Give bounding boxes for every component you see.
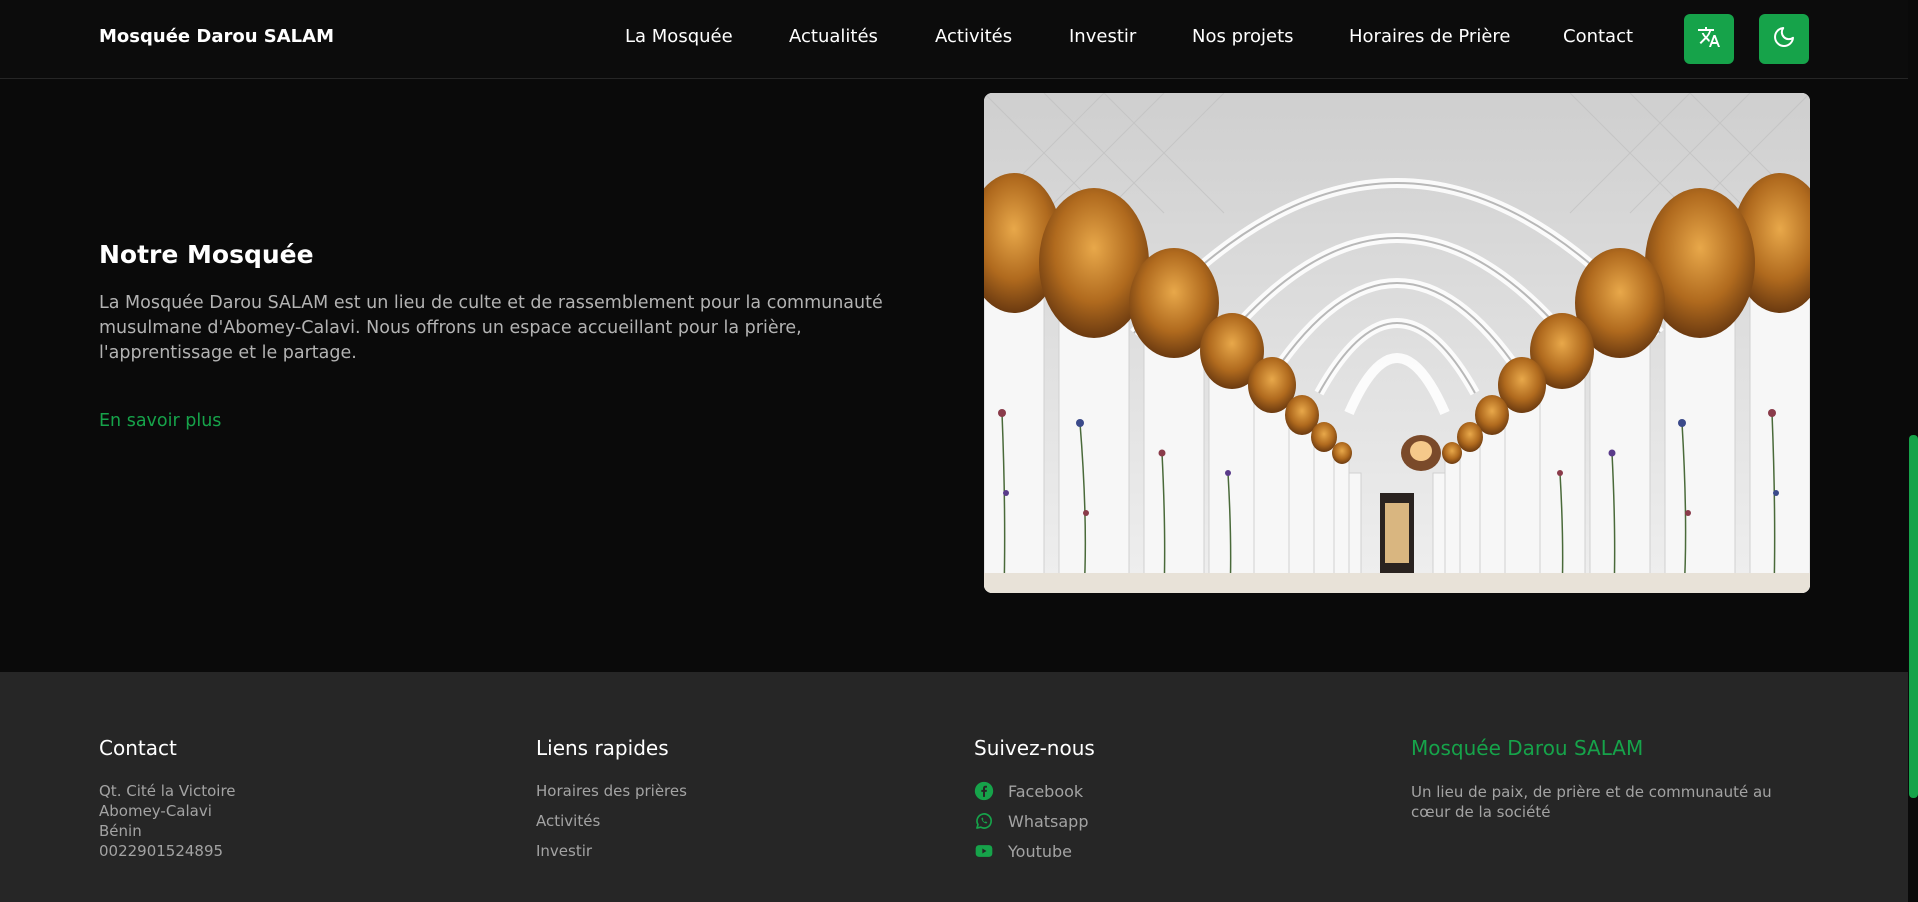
- nav-link-horaires[interactable]: Horaires de Prière: [1349, 26, 1510, 47]
- social-label-youtube: Youtube: [1008, 841, 1072, 861]
- nav-link-actualites[interactable]: Actualités: [789, 26, 878, 47]
- main-nav: La Mosquée Actualités Activités Investir…: [0, 26, 1918, 52]
- whatsapp-icon: [974, 811, 994, 831]
- site-footer: Contact Qt. Cité la Victoire Abomey-Cala…: [0, 672, 1918, 902]
- footer-contact-title: Contact: [99, 736, 177, 760]
- page-scrollbar-thumb[interactable]: [1909, 435, 1918, 798]
- theme-toggle-button[interactable]: [1759, 14, 1809, 64]
- language-button[interactable]: [1684, 14, 1734, 64]
- learn-more-link[interactable]: En savoir plus: [99, 411, 221, 431]
- footer-link-invest[interactable]: Investir: [536, 842, 592, 860]
- translate-icon: [1697, 25, 1721, 53]
- contact-country-line: Bénin: [99, 822, 142, 840]
- moon-icon: [1772, 25, 1796, 53]
- section-title: Notre Mosquée: [99, 240, 314, 269]
- footer-tagline: Un lieu de paix, de prière et de communa…: [1411, 783, 1772, 821]
- footer-quick-links-title: Liens rapides: [536, 736, 669, 760]
- footer-brand-title: Mosquée Darou SALAM: [1411, 736, 1644, 760]
- section-description: La Mosquée Darou SALAM est un lieu de cu…: [99, 293, 883, 363]
- youtube-icon: [974, 841, 994, 861]
- contact-city-line: Abomey-Calavi: [99, 802, 212, 820]
- nav-link-investir[interactable]: Investir: [1069, 26, 1136, 47]
- contact-phone-line: 0022901524895: [99, 842, 224, 860]
- social-link-whatsapp[interactable]: Whatsapp: [974, 811, 1089, 831]
- social-label-facebook: Facebook: [1008, 781, 1084, 801]
- nav-link-nos-projets[interactable]: Nos projets: [1192, 26, 1294, 47]
- social-link-facebook[interactable]: Facebook: [974, 781, 1083, 801]
- social-link-youtube[interactable]: Youtube: [974, 841, 1072, 861]
- footer-link-activities[interactable]: Activités: [536, 812, 600, 830]
- mosque-interior-image: [984, 93, 1810, 593]
- footer-follow-title: Suivez-nous: [974, 736, 1095, 760]
- nav-link-activites[interactable]: Activités: [935, 26, 1012, 47]
- footer-link-prayer-times[interactable]: Horaires des prières: [536, 782, 687, 800]
- facebook-icon: [974, 781, 994, 801]
- social-label-whatsapp: Whatsapp: [1008, 811, 1089, 831]
- contact-address-line: Qt. Cité la Victoire: [99, 782, 236, 800]
- site-header: Mosquée Darou SALAM La Mosquée Actualité…: [0, 0, 1918, 79]
- nav-link-contact[interactable]: Contact: [1563, 26, 1633, 47]
- nav-link-la-mosquee[interactable]: La Mosquée: [625, 26, 733, 47]
